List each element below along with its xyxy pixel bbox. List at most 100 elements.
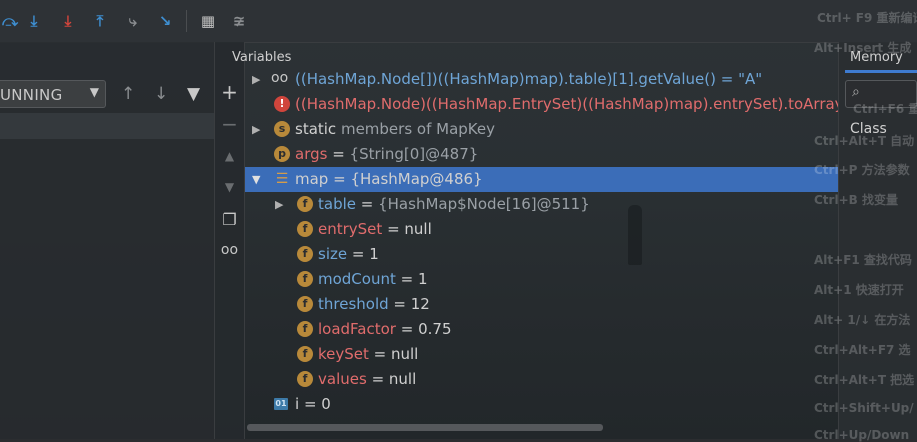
variable-row-map-selected[interactable]: ▼ ☰ map = {HashMap@486} [245,167,838,192]
field-value: null [388,370,417,388]
horizontal-scrollbar[interactable] [247,424,603,431]
step-over-icon[interactable]: ⤼ [0,11,20,31]
field-row-values[interactable]: f values = null [245,367,838,392]
overlay-hint: Ctrl+Alt+T 把选 [814,373,915,387]
final-field-icon: f [297,321,313,337]
overlay-hint: Ctrl+Shift+Up/ [814,401,914,415]
variable-label: args = {String[0]@487} [295,145,479,163]
field-label: values = null [318,370,417,388]
watch-glasses-icon: oo [271,70,289,86]
variable-value: {String[0]@487} [349,145,479,163]
watch-expression: ((HashMap.Node[])((HashMap)map).table)[1… [295,70,763,88]
static-members-label: static members of MapKey [295,120,495,138]
field-value: null [391,345,419,363]
overlay-hint: Ctrl+ F9 重新编译 [817,11,917,25]
field-row-loadfactor[interactable]: f loadFactor = 0.75 [245,317,838,342]
field-row-modcount[interactable]: f modCount = 1 [245,267,838,292]
overlay-hint: Ctrl+Alt+F7 选 [814,343,911,357]
watch-expression-error: ((HashMap.Node)((HashMap.EntrySet)((Hash… [295,95,838,113]
field-value: 1 [369,245,379,263]
overlay-hint: Ctrl+Alt+T 自动 [814,134,915,148]
evaluate-expression-icon[interactable]: ▦ [198,11,218,31]
field-name: entrySet [318,220,383,238]
move-down-icon[interactable]: ▼ [215,180,244,194]
filter-icon[interactable]: ▼ [187,84,200,104]
field-icon: f [297,246,313,262]
variables-title: Variables [232,50,292,65]
local-variable-icon: ☰ [275,171,289,187]
debug-toolbar: ⤼ ⤓ ⤓ ⤒ ⤷ ↘ ▦ ≆ [0,0,917,43]
field-value: null [404,220,432,238]
copy-icon[interactable]: ❐ [215,210,244,229]
field-icon: f [297,196,313,212]
field-label: size = 1 [318,245,379,263]
overlay-hint: Ctrl+P 方法参数 [814,163,910,177]
step-into-icon[interactable]: ⤓ [24,11,44,31]
field-row-size[interactable]: f size = 1 [245,242,838,267]
search-icon: ⌕ [852,84,860,100]
tab-memory-underline [845,70,917,73]
field-value: 12 [410,295,430,313]
field-name: loadFactor [318,320,396,338]
primitive-icon: 01 [274,398,288,410]
static-icon: s [274,121,290,137]
field-label: modCount = 1 [318,270,428,288]
thread-selector[interactable]: UNNING ▼ [0,80,106,108]
field-value: 1 [417,270,428,288]
variable-name: map [295,170,329,188]
drop-frame-icon[interactable]: ⤷ [123,11,143,31]
field-icon: f [297,221,313,237]
field-label: keySet = null [318,345,419,363]
show-watches-icon[interactable]: oo [215,242,244,258]
variable-label: map = {HashMap@486} [295,170,483,188]
collapse-arrow-icon[interactable]: ▼ [252,173,260,186]
field-label: threshold = 12 [318,295,430,313]
field-value: {HashMap$Node[16]@511} [378,195,590,213]
expand-arrow-icon[interactable]: ▶ [275,198,283,211]
expand-arrow-icon[interactable]: ▶ [252,123,260,136]
field-icon: f [297,296,313,312]
field-name: values [318,370,367,388]
remove-watch-icon[interactable]: − [215,112,244,136]
parameter-icon: p [274,146,290,162]
field-name: size [318,245,348,263]
expand-arrow-icon[interactable]: ▶ [252,73,260,86]
field-label: loadFactor = 0.75 [318,320,452,338]
variable-value: {HashMap@486} [350,170,483,188]
error-icon: ! [274,96,290,112]
field-name: threshold [318,295,389,313]
variable-value: 0 [321,395,331,413]
field-row-entryset[interactable]: f entrySet = null [245,217,838,242]
field-value: 0.75 [418,320,452,338]
field-row-table[interactable]: ▶ f table = {HashMap$Node[16]@511} [245,192,838,217]
field-icon: f [297,271,313,287]
variables-tree: ▶ oo ((HashMap.Node[])((HashMap)map).tab… [245,67,838,439]
static-members-text: members of MapKey [336,120,495,138]
step-out-icon[interactable]: ⤒ [90,11,110,31]
field-label: table = {HashMap$Node[16]@511} [318,195,590,213]
static-members-row[interactable]: ▶ s static members of MapKey [245,117,838,142]
down-arrow-icon[interactable]: ↓ [154,84,168,104]
watch-row[interactable]: ▶ oo ((HashMap.Node[])((HashMap)map).tab… [245,67,838,92]
field-row-keyset[interactable]: f keySet = null [245,342,838,367]
up-arrow-icon[interactable]: ↑ [121,84,135,104]
selected-frame-row[interactable] [0,113,214,139]
trace-icon[interactable]: ≆ [229,11,249,31]
variable-row-i[interactable]: 01 i = 0 [245,392,838,417]
run-to-cursor-icon[interactable]: ↘ [155,11,175,31]
variable-row-args[interactable]: p args = {String[0]@487} [245,142,838,167]
watch-row-error[interactable]: ! ((HashMap.Node)((HashMap.EntrySet)((Ha… [245,92,838,117]
field-name: keySet [318,345,369,363]
add-watch-icon[interactable]: + [215,80,244,104]
variable-name: args [295,145,328,163]
field-name: modCount [318,270,396,288]
field-icon: f [297,371,313,387]
move-up-icon[interactable]: ▲ [215,149,244,163]
overlay-hint: Ctrl+Up/Down [814,428,910,442]
toolbar-separator [186,10,187,32]
force-step-into-icon[interactable]: ⤓ [58,11,78,31]
field-row-threshold[interactable]: f threshold = 12 [245,292,838,317]
overlay-hint: Alt+1 快速打开 [814,283,904,297]
overlay-hint: Ctrl+F6 重构 [853,102,917,116]
variable-label: i = 0 [295,395,331,413]
